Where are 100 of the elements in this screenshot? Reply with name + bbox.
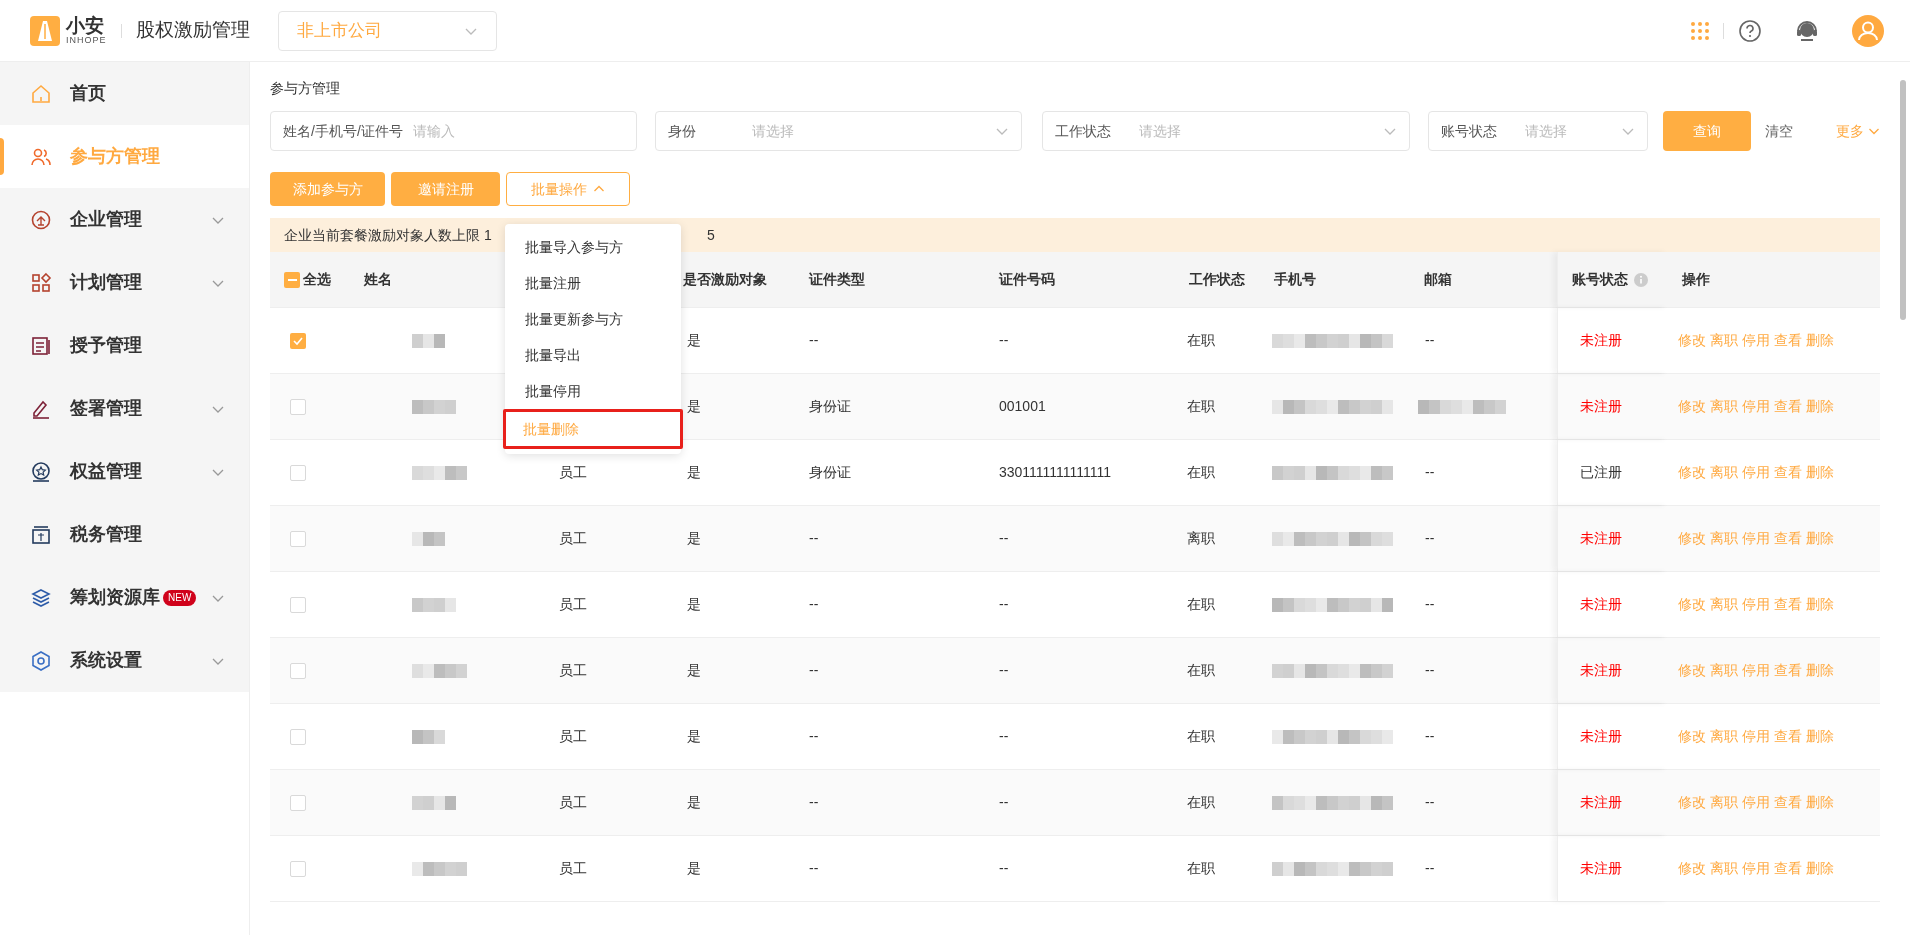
select-field[interactable]: 工作状态 请选择: [1042, 111, 1410, 151]
action-link[interactable]: 离职: [1710, 726, 1738, 747]
help-icon[interactable]: [1738, 18, 1762, 43]
action-link[interactable]: 离职: [1710, 858, 1738, 879]
action-link[interactable]: 修改: [1678, 528, 1706, 549]
blurred-text: [412, 399, 456, 414]
table-cell: --: [999, 596, 1009, 612]
clear-button[interactable]: 清空: [1765, 120, 1793, 142]
table-cell: 001001: [999, 398, 1046, 414]
apps-grid-icon[interactable]: [1691, 21, 1709, 40]
action-link[interactable]: 停用: [1742, 594, 1770, 615]
action-link[interactable]: 修改: [1678, 792, 1706, 813]
action-link[interactable]: 离职: [1710, 660, 1738, 681]
row-checkbox[interactable]: [290, 596, 306, 613]
blurred-text: [412, 861, 467, 876]
action-link[interactable]: 查看: [1774, 462, 1802, 483]
row-checkbox[interactable]: [290, 332, 306, 349]
search-field[interactable]: 姓名/手机号/证件号 请输入: [270, 111, 637, 151]
sidebar-item[interactable]: 参与方管理: [0, 125, 249, 188]
table-cell: --: [999, 794, 1009, 810]
action-link[interactable]: 停用: [1742, 858, 1770, 879]
table-cell: 员工: [559, 860, 587, 876]
action-button[interactable]: 邀请注册: [391, 172, 500, 206]
row-checkbox[interactable]: [290, 530, 306, 547]
action-link[interactable]: 离职: [1710, 330, 1738, 351]
table-cell: 在职: [1187, 794, 1215, 810]
action-link[interactable]: 删除: [1806, 330, 1834, 351]
row-checkbox[interactable]: [290, 860, 306, 877]
action-link[interactable]: 查看: [1774, 594, 1802, 615]
action-link[interactable]: 停用: [1742, 396, 1770, 417]
action-link[interactable]: 查看: [1774, 792, 1802, 813]
action-link[interactable]: 离职: [1710, 462, 1738, 483]
query-button[interactable]: 查询: [1663, 111, 1751, 151]
action-link[interactable]: 停用: [1742, 462, 1770, 483]
select-field[interactable]: 账号状态 请选择: [1428, 111, 1648, 151]
account-status: 已注册: [1580, 463, 1622, 482]
row-checkbox[interactable]: [290, 398, 306, 415]
dropdown-item[interactable]: 批量导入参与方: [505, 229, 681, 265]
action-link[interactable]: 离职: [1710, 528, 1738, 549]
action-link[interactable]: 删除: [1806, 726, 1834, 747]
table-cell: 离职: [1187, 530, 1215, 546]
action-link[interactable]: 停用: [1742, 660, 1770, 681]
action-link[interactable]: 修改: [1678, 660, 1706, 681]
medal-icon: [30, 460, 52, 483]
action-link[interactable]: 查看: [1774, 528, 1802, 549]
table-cell: 在职: [1187, 464, 1215, 480]
table-cell: 是: [687, 464, 701, 480]
search-input[interactable]: 请输入: [412, 120, 624, 142]
dropdown-item[interactable]: 批量更新参与方: [505, 301, 681, 337]
select-all-checkbox[interactable]: [284, 271, 300, 288]
action-link[interactable]: 删除: [1806, 462, 1834, 483]
column-header: 账号状态: [1572, 270, 1628, 289]
action-link[interactable]: 删除: [1806, 396, 1834, 417]
table-cell: --: [999, 530, 1009, 546]
action-link[interactable]: 删除: [1806, 660, 1834, 681]
action-link[interactable]: 删除: [1806, 528, 1834, 549]
action-link[interactable]: 修改: [1678, 330, 1706, 351]
account-status: 未注册: [1580, 529, 1622, 548]
action-link[interactable]: 查看: [1774, 858, 1802, 879]
action-link[interactable]: 离职: [1710, 792, 1738, 813]
table-cell: 是: [687, 596, 701, 612]
action-link[interactable]: 修改: [1678, 396, 1706, 417]
action-link[interactable]: 修改: [1678, 462, 1706, 483]
dropdown-item[interactable]: 批量停用: [505, 373, 681, 409]
table-cell: 是: [687, 728, 701, 744]
brand-name: 小安: [66, 16, 105, 35]
action-link[interactable]: 修改: [1678, 858, 1706, 879]
action-link[interactable]: 停用: [1742, 792, 1770, 813]
action-link[interactable]: 查看: [1774, 396, 1802, 417]
row-checkbox[interactable]: [290, 728, 306, 745]
dropdown-item[interactable]: 批量导出: [505, 337, 681, 373]
action-link[interactable]: 删除: [1806, 594, 1834, 615]
action-link[interactable]: 查看: [1774, 330, 1802, 351]
action-link[interactable]: 删除: [1806, 792, 1834, 813]
more-button[interactable]: 更多: [1836, 120, 1880, 142]
dropdown-item[interactable]: 批量注册: [505, 265, 681, 301]
action-link[interactable]: 查看: [1774, 660, 1802, 681]
blurred-text: [412, 597, 456, 612]
action-link[interactable]: 修改: [1678, 726, 1706, 747]
action-link[interactable]: 离职: [1710, 594, 1738, 615]
row-checkbox[interactable]: [290, 794, 306, 811]
action-link[interactable]: 停用: [1742, 330, 1770, 351]
dropdown-item[interactable]: 批量删除: [503, 409, 683, 449]
action-button[interactable]: 添加参与方: [270, 172, 385, 206]
select-field[interactable]: 身份 请选择: [655, 111, 1022, 151]
action-link[interactable]: 停用: [1742, 726, 1770, 747]
table-cell: 在职: [1187, 596, 1215, 612]
action-link[interactable]: 修改: [1678, 594, 1706, 615]
action-link[interactable]: 离职: [1710, 396, 1738, 417]
action-link[interactable]: 停用: [1742, 528, 1770, 549]
scrollbar-thumb[interactable]: [1900, 80, 1906, 320]
company-select[interactable]: 非上市公司: [277, 10, 497, 51]
action-link[interactable]: 查看: [1774, 726, 1802, 747]
avatar-icon[interactable]: [1852, 14, 1884, 47]
row-checkbox[interactable]: [290, 662, 306, 679]
batch-operation-button[interactable]: 批量操作: [506, 172, 630, 206]
row-checkbox[interactable]: [290, 464, 306, 481]
action-link[interactable]: 删除: [1806, 858, 1834, 879]
table-cell: --: [809, 728, 819, 744]
column-header: 工作状态: [1189, 270, 1245, 289]
